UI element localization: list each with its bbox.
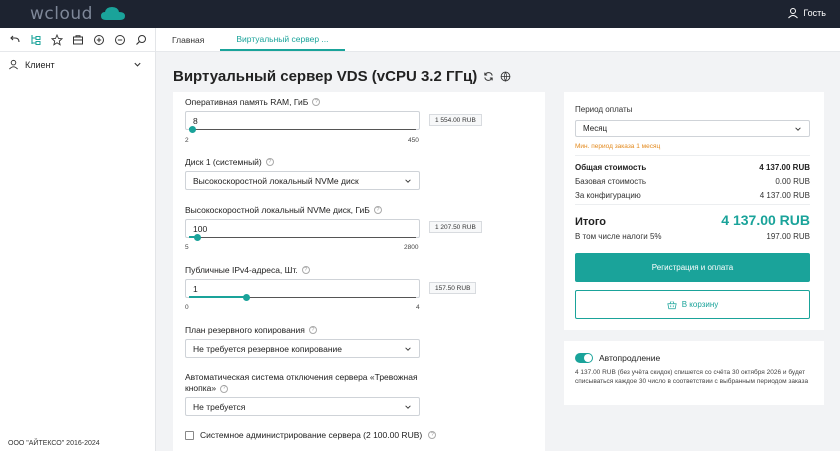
disk-size-slider[interactable] bbox=[189, 234, 416, 241]
base-cost-label: Базовая стоимость bbox=[575, 177, 647, 186]
itogo-value: 4 137.00 RUB bbox=[721, 212, 810, 228]
cloud-logo-icon bbox=[101, 7, 125, 20]
tab-virtual-server[interactable]: Виртуальный сервер ... bbox=[220, 28, 345, 51]
autorenew-description: 4 137.00 RUB (без учёта скидок) спишется… bbox=[575, 369, 809, 385]
ipv4-price: 157.50 RUB bbox=[429, 282, 477, 294]
sidebar-toolbar bbox=[0, 28, 155, 52]
autorenew-panel: Автопродление 4 137.00 RUB (без учёта ск… bbox=[564, 341, 824, 405]
tax-label: В том числе налоги 5% bbox=[575, 232, 662, 241]
copyright: ООО "АЙТЕКСО" 2016-2024 bbox=[8, 440, 100, 447]
logo[interactable]: wcloud bbox=[30, 4, 125, 24]
register-pay-button[interactable]: Регистрация и оплата bbox=[575, 253, 810, 282]
add-to-cart-button[interactable]: В корзину bbox=[575, 290, 810, 319]
admin-option[interactable]: Системное администрирование сервера (2 1… bbox=[185, 430, 437, 440]
ram-slider-thumb[interactable] bbox=[188, 126, 196, 133]
info-icon[interactable]: ? bbox=[301, 266, 310, 274]
ram-max: 450 bbox=[408, 137, 419, 144]
backup-select[interactable]: Не требуется резервное копирование bbox=[185, 339, 420, 358]
admin-checkbox[interactable] bbox=[185, 430, 194, 440]
page-title-text: Виртуальный сервер VDS (vCPU 3.2 ГГц) bbox=[173, 68, 478, 85]
config-cost-label: За конфигурацию bbox=[575, 191, 641, 200]
client-label: Клиент bbox=[25, 59, 55, 70]
sidebar: Клиент ООО "АЙТЕКСО" 2016-2024 bbox=[0, 28, 156, 451]
disk-type-select[interactable]: Высокоскоростной локальный NVMe диск bbox=[185, 171, 420, 190]
user-name: Гость bbox=[803, 8, 826, 18]
admin-label: Системное администрирование сервера (2 1… bbox=[200, 430, 423, 440]
autorenew-label: Автопродление bbox=[599, 353, 661, 363]
base-cost-value: 0.00 RUB bbox=[775, 177, 810, 186]
disk-size-price: 1 207.50 RUB bbox=[429, 221, 482, 233]
disk-type-label: Диск 1 (системный) ? bbox=[185, 157, 274, 167]
backup-label: План резервного копирования ? bbox=[185, 325, 317, 335]
info-icon[interactable]: ? bbox=[220, 384, 229, 393]
divider bbox=[575, 155, 810, 156]
info-icon[interactable]: ? bbox=[308, 326, 317, 334]
chevron-down-icon bbox=[405, 346, 411, 351]
info-icon[interactable]: ? bbox=[312, 98, 321, 106]
info-icon[interactable]: ? bbox=[265, 158, 274, 166]
config-cost-value: 4 137.00 RUB bbox=[759, 191, 810, 200]
zoom-in-icon[interactable] bbox=[92, 33, 105, 46]
ipv4-slider[interactable] bbox=[189, 294, 416, 301]
chevron-down-icon bbox=[795, 126, 801, 131]
itogo-label: Итого bbox=[575, 216, 607, 228]
panic-label: Автоматическая система отключения сервер… bbox=[185, 372, 418, 393]
ipv4-slider-fill bbox=[189, 296, 246, 298]
chevron-down-icon bbox=[134, 62, 141, 67]
zoom-out-icon[interactable] bbox=[113, 33, 126, 46]
folder-icon[interactable] bbox=[71, 33, 84, 46]
info-icon[interactable]: ? bbox=[428, 431, 437, 439]
tab-bar: Главная Виртуальный сервер ... bbox=[156, 28, 840, 52]
back-icon[interactable] bbox=[8, 33, 21, 46]
panic-select[interactable]: Не требуется bbox=[185, 397, 420, 416]
user-menu[interactable]: Гость bbox=[787, 7, 826, 19]
page-title: Виртуальный сервер VDS (vCPU 3.2 ГГц) bbox=[173, 68, 511, 85]
disk-size-max: 2800 bbox=[404, 244, 419, 251]
ram-label: Оперативная память RAM, ГиБ ? bbox=[185, 97, 321, 107]
top-bar: wcloud Гость bbox=[0, 0, 840, 28]
disk-size-label: Высокоскоростной локальный NVMe диск, Ги… bbox=[185, 205, 382, 215]
ram-input[interactable]: 8 bbox=[185, 111, 420, 130]
globe-icon[interactable] bbox=[500, 71, 511, 82]
tab-home[interactable]: Главная bbox=[156, 28, 220, 51]
total-cost-value: 4 137.00 RUB bbox=[759, 163, 810, 172]
ipv4-min: 0 bbox=[185, 304, 189, 311]
chevron-down-icon bbox=[405, 178, 411, 183]
refresh-icon[interactable] bbox=[483, 71, 494, 82]
client-menu-item[interactable]: Клиент bbox=[8, 59, 142, 70]
user-icon bbox=[788, 8, 799, 19]
order-summary: Период оплаты Месяц Мин. период заказа 1… bbox=[564, 92, 824, 330]
autorenew-toggle[interactable] bbox=[575, 353, 593, 363]
ipv4-label: Публичные IPv4-адреса, Шт. ? bbox=[185, 265, 310, 275]
ram-slider[interactable] bbox=[188, 126, 416, 133]
star-icon[interactable] bbox=[50, 33, 63, 46]
search-icon[interactable] bbox=[134, 33, 147, 46]
ipv4-slider-thumb[interactable] bbox=[242, 294, 250, 301]
tree-icon[interactable] bbox=[29, 33, 42, 46]
divider bbox=[575, 204, 810, 205]
ram-price: 1 554.00 RUB bbox=[429, 114, 482, 126]
min-period-note: Мин. период заказа 1 месяц bbox=[575, 143, 661, 150]
disk-size-min: 5 bbox=[185, 244, 189, 251]
configuration-form: Оперативная память RAM, ГиБ ? 8 2 450 1 … bbox=[173, 92, 545, 451]
info-icon[interactable]: ? bbox=[373, 206, 382, 214]
user-icon bbox=[9, 59, 18, 70]
total-cost-label: Общая стоимость bbox=[575, 163, 647, 172]
basket-icon bbox=[667, 300, 677, 309]
disk-size-slider-thumb[interactable] bbox=[193, 234, 201, 241]
chevron-down-icon bbox=[405, 404, 411, 409]
period-label: Период оплаты bbox=[575, 105, 633, 114]
logo-text: wcloud bbox=[30, 4, 93, 24]
ram-min: 2 bbox=[185, 137, 189, 144]
ipv4-max: 4 bbox=[416, 304, 420, 311]
period-select[interactable]: Месяц bbox=[575, 120, 810, 137]
tax-value: 197.00 RUB bbox=[766, 232, 810, 241]
disk-size-input[interactable]: 100 bbox=[185, 219, 420, 238]
